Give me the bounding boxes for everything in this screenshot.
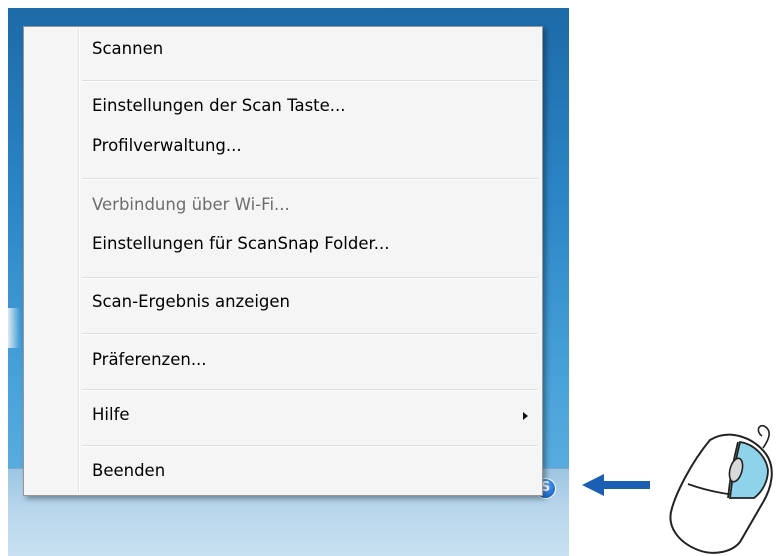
menu-item-help[interactable]: Hilfe — [26, 402, 540, 432]
menu-item-label: Beenden — [92, 461, 166, 480]
menu-item-show-scan-result[interactable]: Scan-Ergebnis anzeigen — [26, 289, 540, 319]
menu-item-label: Präferenzen... — [92, 350, 207, 369]
menu-separator — [82, 80, 538, 82]
menu-item-scan-button-settings[interactable]: Einstellungen der Scan Taste... — [26, 93, 540, 123]
menu-item-label: Verbindung über Wi-Fi... — [92, 195, 290, 214]
right-click-mouse-icon — [669, 424, 773, 554]
menu-item-wifi-connection: Verbindung über Wi-Fi... — [26, 192, 540, 222]
menu-item-label: Einstellungen der Scan Taste... — [92, 96, 346, 115]
menu-separator — [82, 333, 538, 335]
menu-item-label: Einstellungen für ScanSnap Folder... — [92, 234, 390, 253]
menu-item-exit[interactable]: Beenden — [26, 458, 540, 488]
menu-item-label: Profilverwaltung... — [92, 136, 242, 155]
menu-item-label: Scannen — [92, 39, 164, 58]
menu-item-label: Hilfe — [92, 405, 130, 424]
scansnap-context-menu: Scannen Einstellungen der Scan Taste... … — [23, 26, 543, 496]
menu-item-scansnap-folder-settings[interactable]: Einstellungen für ScanSnap Folder... — [26, 231, 540, 261]
menu-separator — [82, 389, 538, 391]
menu-separator — [82, 277, 538, 279]
menu-separator — [82, 178, 538, 180]
menu-item-scannen[interactable]: Scannen — [26, 36, 540, 66]
menu-item-preferences[interactable]: Präferenzen... — [26, 347, 540, 377]
menu-item-profile-management[interactable]: Profilverwaltung... — [26, 133, 540, 163]
submenu-arrow-icon — [523, 412, 528, 420]
menu-item-label: Scan-Ergebnis anzeigen — [92, 292, 291, 311]
desktop-light-streak — [8, 308, 20, 348]
menu-separator — [82, 445, 538, 447]
blue-pointer-arrow-icon — [582, 474, 650, 496]
